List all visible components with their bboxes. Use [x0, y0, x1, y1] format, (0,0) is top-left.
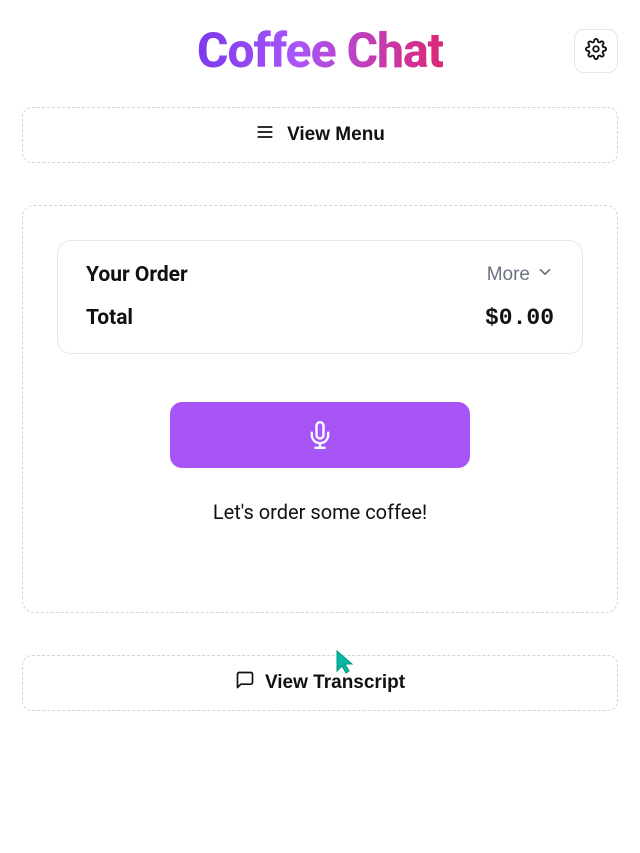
more-label: More: [487, 264, 530, 286]
app-title: Coffee Chat: [197, 22, 443, 79]
total-value: $0.00: [485, 305, 554, 331]
gear-icon: [585, 38, 607, 63]
microphone-button[interactable]: [170, 402, 470, 468]
prompt-text: Let's order some coffee!: [57, 500, 583, 524]
total-label: Total: [86, 306, 133, 330]
view-transcript-label: View Transcript: [265, 672, 405, 694]
menu-icon: [255, 122, 275, 148]
chat-icon: [235, 670, 255, 696]
order-heading: Your Order: [86, 263, 188, 287]
app-header: Coffee Chat: [22, 22, 618, 79]
view-menu-button[interactable]: View Menu: [22, 107, 618, 163]
more-button[interactable]: More: [487, 263, 554, 287]
chevron-down-icon: [536, 263, 554, 287]
view-transcript-button[interactable]: View Transcript: [22, 655, 618, 711]
main-panel: Your Order More Total $0.00: [22, 205, 618, 613]
settings-button[interactable]: [574, 29, 618, 73]
order-card: Your Order More Total $0.00: [57, 240, 583, 354]
view-menu-label: View Menu: [287, 124, 385, 146]
